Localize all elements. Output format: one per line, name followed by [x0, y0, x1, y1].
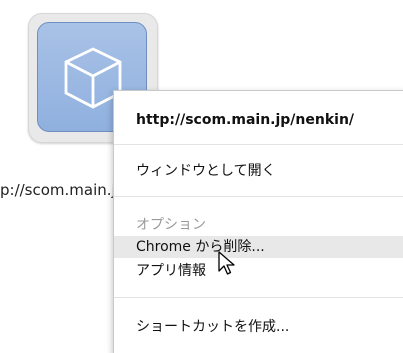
mouse-pointer-icon — [218, 251, 235, 275]
screen: p://scom.main.jp/nenkin/ http://scom.mai… — [0, 0, 403, 353]
menu-item-options: オプション — [136, 217, 206, 233]
menu-separator — [114, 196, 403, 197]
menu-item-app-info[interactable]: アプリ情報 — [114, 260, 403, 282]
menu-item-create-shortcut[interactable]: ショートカットを作成... — [114, 316, 403, 338]
menu-item-remove-from-chrome[interactable]: Chrome から削除... — [114, 236, 403, 258]
menu-item-open-as-window[interactable]: ウィンドウとして開く — [114, 160, 403, 182]
menu-separator — [114, 144, 403, 145]
menu-separator — [114, 297, 403, 298]
menu-header-url: http://scom.main.jp/nenkin/ — [136, 112, 355, 128]
context-menu: http://scom.main.jp/nenkin/ ウィンドウとして開く オ… — [113, 90, 403, 353]
app-label[interactable]: p://scom.main.jp/nenkin/ — [0, 181, 130, 199]
